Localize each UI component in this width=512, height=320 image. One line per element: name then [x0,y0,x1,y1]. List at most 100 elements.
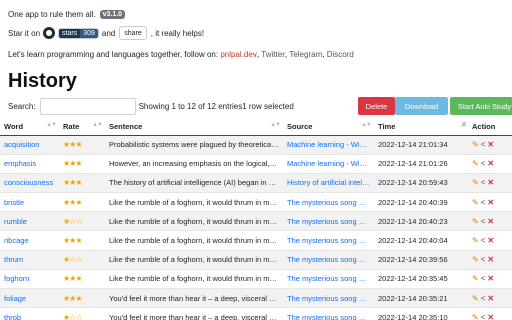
table-row[interactable]: acquisition ★★★ Probabilistic systems were… [0,135,512,155]
table-row[interactable]: consciousness ★★★ The history of artificia… [0,173,512,194]
table-row[interactable]: thrum ★☆☆ Like the rumble of a foghorn, it… [0,250,512,270]
share-icon[interactable]: < [481,198,486,207]
edit-icon[interactable]: ✎ [472,236,479,245]
source-cell[interactable]: The mysterious song of the humpback [283,307,374,320]
delete-icon[interactable]: ✕ [487,217,494,226]
star-filled-icon[interactable]: ★ [75,178,82,187]
star-filled-icon[interactable]: ★ [75,140,82,149]
share-icon[interactable]: < [481,217,486,226]
delete-icon[interactable]: ✕ [487,159,494,168]
edit-icon[interactable]: ✎ [472,313,479,320]
edit-icon[interactable]: ✎ [472,217,479,226]
search-input[interactable] [39,97,136,115]
source-cell[interactable]: Machine learning - Wikipedia [283,135,374,155]
share-icon[interactable]: < [481,178,486,187]
star-empty-icon[interactable]: ☆ [75,313,82,320]
github-icon[interactable] [43,27,56,39]
delete-icon[interactable]: ✕ [487,255,494,264]
star-filled-icon[interactable]: ★ [75,274,82,283]
star-empty-icon[interactable]: ☆ [75,217,82,226]
star-empty-icon[interactable]: ☆ [75,255,82,264]
source-cell[interactable]: The mysterious song of the humpback [283,230,374,251]
column-word[interactable]: Word ▲▼ [0,118,59,136]
action-cell: ✎ < ✕ [468,307,512,320]
column-source[interactable]: Source ▲▼ [283,118,374,136]
edit-icon[interactable]: ✎ [472,255,479,264]
edit-icon[interactable]: ✎ [472,178,479,187]
word-cell[interactable]: foghorn [0,269,59,290]
follow-link-twitter[interactable]: Twitter [261,50,285,59]
share-icon[interactable]: < [481,255,486,264]
share-icon[interactable]: < [481,313,486,320]
table-row[interactable]: bristle ★★★ Like the rumble of a foghorn, … [0,192,512,213]
follow-row: Let's learn programming and languages to… [8,50,354,59]
column-rate[interactable]: Rate ▲▼ [59,118,105,136]
word-cell[interactable]: throb [0,307,59,320]
and-text: and [101,28,116,38]
delete-icon[interactable]: ✕ [487,313,494,320]
start-anki-study-button[interactable]: Start Anki Study [450,97,512,115]
column-time[interactable]: Time ↓≡ [374,118,468,136]
star-row: Star it on stars 309 and share , it real… [8,26,204,40]
delete-icon[interactable]: ✕ [487,294,494,303]
delete-icon[interactable]: ✕ [487,198,494,207]
star-filled-icon[interactable]: ★ [75,159,82,168]
word-cell[interactable]: thrum [0,250,59,270]
table-row[interactable]: ribcage ★★★ Like the rumble of a foghorn, … [0,230,512,251]
table-row[interactable]: throb ★☆☆ You'd feel it more than hear it … [0,307,512,320]
source-cell[interactable]: The mysterious song of the humpback [283,192,374,213]
sentence-cell: Like the rumble of a foghorn, it would t… [105,211,283,232]
delete-icon[interactable]: ✕ [487,178,494,187]
table-row[interactable]: foliage ★★★ You'd feel it more than hear i… [0,288,512,309]
share-icon[interactable]: < [481,294,486,303]
rate-cell: ★★★ [59,173,105,194]
time-cell: 2022-12-14 20:35:10 [374,307,468,320]
source-cell[interactable]: History of artificial intelligence [283,173,374,194]
time-cell: 2022-12-14 20:59:43 [374,173,468,194]
rate-cell: ★★★ [59,288,105,309]
follow-link-telegram[interactable]: Telegram [289,50,322,59]
action-cell: ✎ < ✕ [468,173,512,194]
edit-icon[interactable]: ✎ [472,159,479,168]
time-cell: 2022-12-14 20:35:21 [374,288,468,309]
star-filled-icon[interactable]: ★ [75,294,82,303]
time-cell: 2022-12-14 20:35:45 [374,269,468,290]
source-cell[interactable]: The mysterious song of the humpback [283,288,374,309]
follow-link-discord[interactable]: Discord [327,50,354,59]
edit-icon[interactable]: ✎ [472,274,479,283]
table-row[interactable]: rumble ★☆☆ Like the rumble of a foghorn, i… [0,211,512,232]
delete-icon[interactable]: ✕ [487,236,494,245]
share-button[interactable]: share [119,26,147,40]
source-cell[interactable]: The mysterious song of the humpback [283,211,374,232]
delete-icon[interactable]: ✕ [487,274,494,283]
word-cell[interactable]: consciousness [0,173,59,194]
source-cell[interactable]: Machine learning - Wikipedia [283,154,374,174]
share-icon[interactable]: < [481,159,486,168]
table-row[interactable]: foghorn ★★★ Like the rumble of a foghorn, … [0,269,512,290]
word-cell[interactable]: ribcage [0,230,59,251]
github-stars-button[interactable]: stars 309 [58,27,99,39]
follow-link-pnlpal[interactable]: pnlpal.dev [220,50,256,59]
delete-icon[interactable]: ✕ [487,140,494,149]
sentence-cell: However, an increasing emphasis on the l… [105,154,283,174]
download-button[interactable]: Download [395,97,448,115]
word-cell[interactable]: rumble [0,211,59,232]
source-cell[interactable]: The mysterious song of the humpback [283,269,374,290]
source-cell[interactable]: The mysterious song of the humpback [283,250,374,270]
word-cell[interactable]: emphasis [0,154,59,174]
delete-button[interactable]: Delete [358,97,395,115]
column-sentence[interactable]: Sentence ▲▼ [105,118,283,136]
star-filled-icon[interactable]: ★ [75,198,82,207]
star-filled-icon[interactable]: ★ [75,236,82,245]
edit-icon[interactable]: ✎ [472,198,479,207]
word-cell[interactable]: bristle [0,192,59,213]
word-cell[interactable]: acquisition [0,135,59,155]
share-icon[interactable]: < [481,274,486,283]
table-row[interactable]: emphasis ★★★ However, an increasing emphas… [0,154,512,174]
share-icon[interactable]: < [481,140,486,149]
word-cell[interactable]: foliage [0,288,59,309]
table-body: acquisition ★★★ Probabilistic systems were… [0,135,512,320]
edit-icon[interactable]: ✎ [472,294,479,303]
share-icon[interactable]: < [481,236,486,245]
edit-icon[interactable]: ✎ [472,140,479,149]
